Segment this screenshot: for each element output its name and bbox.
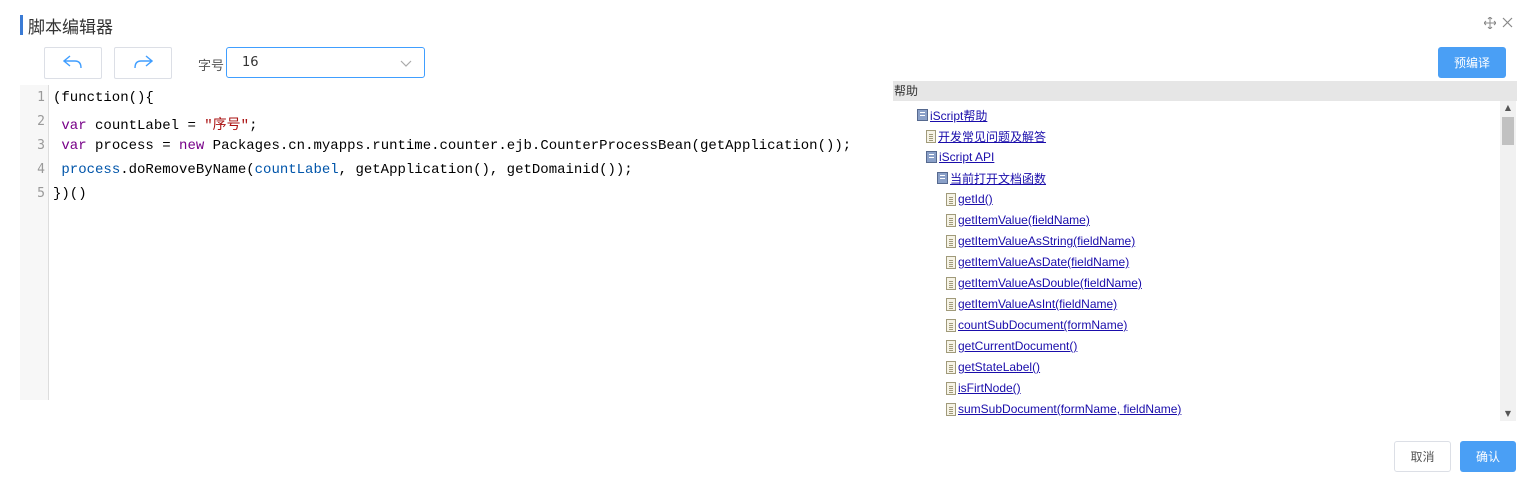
code-line[interactable]: process.doRemoveByName(countLabel, getAp… xyxy=(53,162,633,178)
undo-button[interactable] xyxy=(44,47,102,79)
help-tree-item[interactable]: sumSubDocument(formName, fieldName) xyxy=(946,401,1181,417)
help-tree-item[interactable]: getItemValueAsDate(fieldName) xyxy=(946,254,1129,270)
help-tree-item[interactable]: getItemValueAsInt(fieldName) xyxy=(946,296,1117,312)
help-tree-item[interactable]: getItemValue(fieldName) xyxy=(946,212,1090,228)
document-icon xyxy=(946,255,956,269)
book-icon xyxy=(917,109,928,121)
code-token: , getApplication(), getDomainid()); xyxy=(338,162,633,178)
document-icon xyxy=(946,381,956,395)
help-tree-item[interactable]: 当前打开文档函数 xyxy=(937,170,1046,186)
code-token: ; xyxy=(249,118,258,134)
help-title: 帮助 xyxy=(893,81,1517,101)
precompile-button[interactable]: 预编译 xyxy=(1438,47,1506,78)
code-token: process xyxy=(61,162,121,178)
book-icon xyxy=(937,172,948,184)
code-token: var xyxy=(61,138,87,154)
help-tree-item[interactable]: getItemValueAsDouble(fieldName) xyxy=(946,275,1142,291)
code-line[interactable]: var process = new Packages.cn.myapps.run… xyxy=(53,138,851,154)
code-token: "序号" xyxy=(204,118,250,134)
help-panel: 帮助 iScript帮助开发常见问题及解答 iScript API 当前打开文档函数… xyxy=(893,81,1517,421)
code-token: (function(){ xyxy=(53,90,154,106)
redo-icon xyxy=(133,54,154,73)
help-link[interactable]: getStateLabel() xyxy=(958,360,1040,374)
scroll-thumb[interactable] xyxy=(1502,117,1514,145)
code-editor[interactable]: 1 2 3 4 5 (function(){ var countLabel = "序号"… xyxy=(20,85,890,400)
line-number-gutter: 1 2 3 4 5 xyxy=(20,85,49,400)
help-link[interactable]: getItemValue(fieldName) xyxy=(958,213,1090,227)
code-token: })() xyxy=(53,186,87,202)
help-tree-item[interactable]: iScript API xyxy=(926,149,994,165)
code-token: new xyxy=(179,138,205,154)
help-link[interactable]: countSubDocument(formName) xyxy=(958,318,1127,332)
code-line[interactable]: })() xyxy=(53,186,87,202)
code-token: .doRemoveByName( xyxy=(120,162,255,178)
document-icon xyxy=(946,360,956,374)
help-tree-item[interactable]: getStateLabel() xyxy=(946,359,1040,375)
help-tree-item[interactable]: countSubDocument(formName) xyxy=(946,317,1127,333)
line-number: 4 xyxy=(37,162,45,177)
document-icon xyxy=(946,213,956,227)
document-icon xyxy=(946,318,956,332)
book-icon xyxy=(926,151,937,163)
font-size-select[interactable]: 16 xyxy=(226,47,425,78)
document-icon xyxy=(946,297,956,311)
dialog-title: 脚本编辑器 xyxy=(28,17,113,38)
scroll-down-icon[interactable]: ▼ xyxy=(1500,407,1516,421)
chevron-down-icon xyxy=(400,53,412,72)
code-token: countLabel = xyxy=(86,118,205,134)
undo-icon xyxy=(62,54,83,73)
line-number: 3 xyxy=(37,138,45,153)
dialog-title-bar: 脚本编辑器 xyxy=(20,15,113,38)
document-icon xyxy=(946,234,956,248)
redo-button[interactable] xyxy=(114,47,172,79)
line-number: 5 xyxy=(37,186,45,201)
font-size-value: 16 xyxy=(242,55,259,70)
help-tree-item[interactable]: 开发常见问题及解答 xyxy=(926,128,1046,144)
document-icon xyxy=(946,402,956,416)
document-icon xyxy=(946,192,956,206)
help-link[interactable]: iScript API xyxy=(939,150,994,164)
help-tree-item[interactable]: getId() xyxy=(946,191,993,207)
help-link[interactable]: 开发常见问题及解答 xyxy=(938,128,1046,145)
document-icon xyxy=(946,276,956,290)
help-link[interactable]: getId() xyxy=(958,192,993,206)
code-line[interactable]: var countLabel = "序号"; xyxy=(53,114,257,134)
confirm-button[interactable]: 确认 xyxy=(1460,441,1516,472)
document-icon xyxy=(926,129,936,143)
font-size-label: 字号 xyxy=(198,59,225,74)
help-link[interactable]: getCurrentDocument() xyxy=(958,339,1077,353)
help-link[interactable]: sumSubDocument(formName, fieldName) xyxy=(958,402,1181,416)
help-link[interactable]: 当前打开文档函数 xyxy=(950,170,1046,187)
title-accent-bar xyxy=(20,15,23,35)
help-link[interactable]: getItemValueAsString(fieldName) xyxy=(958,234,1135,248)
code-token: Packages.cn.myapps.runtime.counter.ejb.C… xyxy=(204,138,852,154)
line-number: 2 xyxy=(37,114,45,129)
help-scrollbar[interactable]: ▲ ▼ xyxy=(1500,101,1516,421)
help-link[interactable]: getItemValueAsDate(fieldName) xyxy=(958,255,1129,269)
help-link[interactable]: getItemValueAsInt(fieldName) xyxy=(958,297,1117,311)
code-line[interactable]: (function(){ xyxy=(53,90,154,106)
cancel-button[interactable]: 取消 xyxy=(1394,441,1451,472)
help-link[interactable]: iScript帮助 xyxy=(930,107,987,124)
move-icon[interactable] xyxy=(1483,16,1497,33)
help-link[interactable]: isFirtNode() xyxy=(958,381,1021,395)
code-token: var xyxy=(61,118,87,134)
close-icon[interactable] xyxy=(1502,17,1513,32)
code-token: countLabel xyxy=(254,162,339,178)
line-number: 1 xyxy=(37,90,45,105)
help-tree-item[interactable]: getCurrentDocument() xyxy=(946,338,1077,354)
help-link[interactable]: getItemValueAsDouble(fieldName) xyxy=(958,276,1142,290)
document-icon xyxy=(946,339,956,353)
help-tree: iScript帮助开发常见问题及解答 iScript API 当前打开文档函数 get… xyxy=(893,101,1500,421)
code-token: process = xyxy=(86,138,180,154)
help-tree-item[interactable]: isFirtNode() xyxy=(946,380,1021,396)
help-tree-item[interactable]: iScript帮助 xyxy=(917,107,987,123)
help-tree-item[interactable]: getItemValueAsString(fieldName) xyxy=(946,233,1135,249)
scroll-up-icon[interactable]: ▲ xyxy=(1500,101,1516,115)
